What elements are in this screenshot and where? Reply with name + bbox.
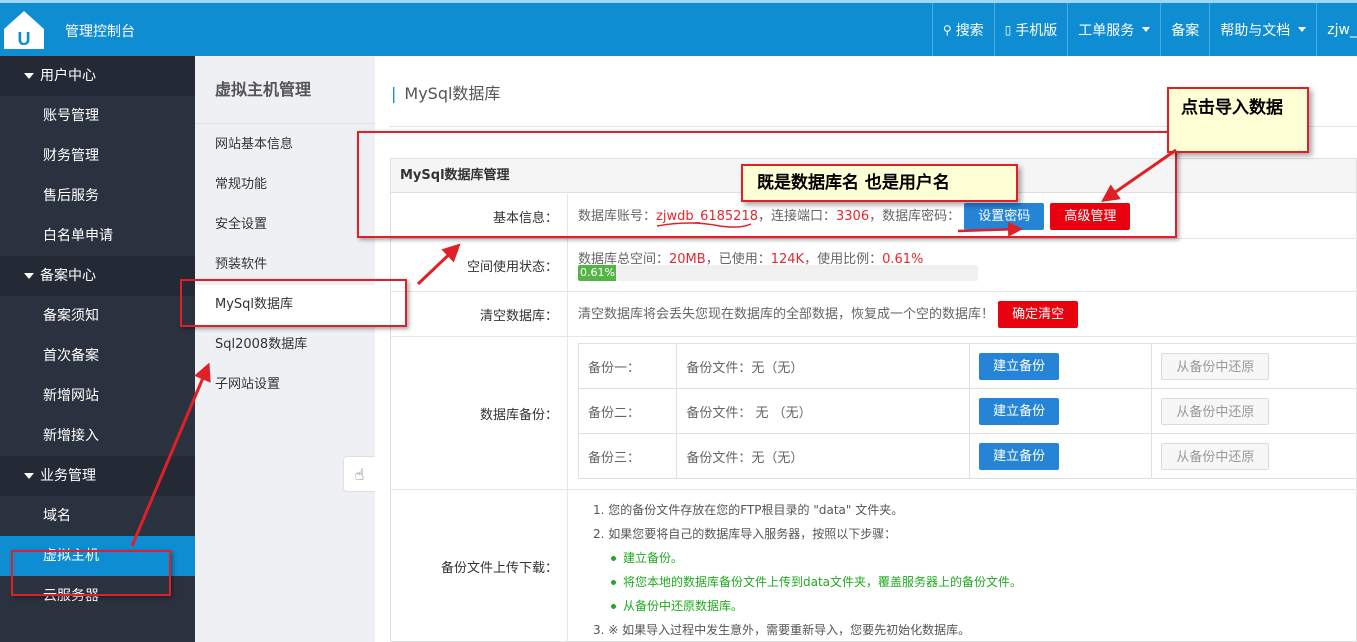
ticket-service-menu[interactable]: 工单服务 <box>1067 3 1160 56</box>
submenu-title: 虚拟主机管理 <box>195 56 375 124</box>
submenu-item-site-info[interactable]: 网站基本信息 <box>195 125 375 165</box>
submenu: 虚拟主机管理 网站基本信息 常规功能 安全设置 预装软件 MySql数据库 Sq… <box>195 56 375 642</box>
create-backup-button[interactable]: 建立备份 <box>979 352 1060 380</box>
mobile-label: 手机版 <box>1015 22 1058 39</box>
clear-db-row: 清空数据库： 清空数据库将会丢失您现在数据库的全部数据，恢复成一个空的数据库！ … <box>391 292 1357 337</box>
usage-progress-fill: 0.61% <box>578 265 616 281</box>
annotation-callout-db-name: 既是数据库名 也是用户名 <box>741 164 1018 202</box>
step-item: 建立备份。 <box>593 546 1022 570</box>
note-item: 2. 如果您要将自己的数据库导入服务器，按照以下步骤： <box>593 527 897 541</box>
group-label: 业务管理 <box>40 468 96 484</box>
top-bar: U 管理控制台 ⚲ 搜索 ▯ 手机版 工单服务 备案 帮助与文档 zjw_ <box>0 0 1357 56</box>
backup-name: 备份二： <box>577 388 678 434</box>
upload-download-row: 备份文件上传下载： 1. 您的备份文件存放在您的FTP根目录的 "data" 文… <box>391 490 1357 642</box>
backup-name: 备份一： <box>577 343 678 389</box>
restore-backup-button[interactable]: 从备份中还原 <box>1161 442 1270 470</box>
step-item: 将您本地的数据库备份文件上传到data文件夹，覆盖服务器上的备份文件。 <box>593 570 1022 594</box>
beian-link[interactable]: 备案 <box>1160 3 1209 56</box>
sidebar-group-business[interactable]: 业务管理 <box>0 456 195 496</box>
upload-notes: 1. 您的备份文件存放在您的FTP根目录的 "data" 文件夹。 2. 如果您… <box>593 498 1022 642</box>
sidebar-item-after-sales[interactable]: 售后服务 <box>0 176 195 216</box>
sidebar-item-first-beian[interactable]: 首次备案 <box>0 336 195 376</box>
help-docs-menu[interactable]: 帮助与文档 <box>1209 3 1316 56</box>
upload-download-label: 备份文件上传下载： <box>391 490 568 642</box>
backup-file: 备份文件：无（无） <box>676 343 971 389</box>
sidebar-item-beian-notice[interactable]: 备案须知 <box>0 296 195 336</box>
console-link[interactable]: 管理控制台 <box>65 21 135 41</box>
search-icon: ⚲ <box>942 22 952 37</box>
create-backup-button[interactable]: 建立备份 <box>979 397 1060 425</box>
usage-progress-bar: 0.61% <box>578 265 978 281</box>
beian-label: 备案 <box>1171 22 1200 39</box>
sidebar-group-beian[interactable]: 备案中心 <box>0 256 195 296</box>
mobile-icon: ▯ <box>1004 22 1012 37</box>
sidebar-group-user-center[interactable]: 用户中心 <box>0 56 195 96</box>
triangle-down-icon <box>24 273 34 279</box>
backup-label: 数据库备份： <box>391 337 568 489</box>
sidebar-item-finance[interactable]: 财务管理 <box>0 136 195 176</box>
note-item: 1. 您的备份文件存放在您的FTP根目录的 "data" 文件夹。 <box>593 503 904 517</box>
chevron-down-icon <box>1142 27 1151 32</box>
restore-backup-button[interactable]: 从备份中还原 <box>1161 397 1270 425</box>
submenu-item-security[interactable]: 安全设置 <box>195 205 375 245</box>
table-row: 备份一： 备份文件：无（无） 建立备份 从备份中还原 <box>577 343 1357 389</box>
sidebar-item-domain[interactable]: 域名 <box>0 496 195 536</box>
space-usage-row: 空间使用状态： 数据库总空间：20MB，已使用：124K，使用比例：0.61% … <box>391 239 1357 292</box>
sidebar-item-whitelist[interactable]: 白名单申请 <box>0 216 195 256</box>
step-item: 从备份中还原数据库。 <box>593 594 1022 618</box>
page-title: | MySql数据库 <box>391 84 501 103</box>
search-button[interactable]: ⚲ 搜索 <box>931 3 994 56</box>
notes-list: 1. 您的备份文件存放在您的FTP根目录的 "data" 文件夹。 2. 如果您… <box>593 498 1022 642</box>
submenu-item-general[interactable]: 常规功能 <box>195 165 375 205</box>
table-row: 备份三： 备份文件：无（无） 建立备份 从备份中还原 <box>577 433 1357 479</box>
backup-name: 备份三： <box>577 433 678 479</box>
restore-backup-button[interactable]: 从备份中还原 <box>1161 352 1270 380</box>
annotation-callout-import: 点击导入数据 <box>1167 87 1309 153</box>
username: zjw_ <box>1327 21 1357 38</box>
svg-text:U: U <box>18 29 31 49</box>
search-label: 搜索 <box>955 22 984 39</box>
table-row: 备份二： 备份文件： 无 （无） 建立备份 从备份中还原 <box>577 388 1357 434</box>
sidebar-item-new-access[interactable]: 新增接入 <box>0 416 195 456</box>
ticket-service-label: 工单服务 <box>1078 22 1135 39</box>
backup-file: 备份文件：无（无） <box>676 433 971 479</box>
page-title-text: MySql数据库 <box>404 84 501 103</box>
clear-db-value: 清空数据库将会丢失您现在数据库的全部数据，恢复成一个空的数据库！ 确定清空 <box>578 301 1079 328</box>
annotation-box-virtual-host <box>11 550 171 596</box>
confirm-clear-button[interactable]: 确定清空 <box>998 301 1079 328</box>
mobile-button[interactable]: ▯ 手机版 <box>993 3 1068 56</box>
chevron-down-icon <box>1298 27 1307 32</box>
create-backup-button[interactable]: 建立备份 <box>979 442 1060 470</box>
help-docs-label: 帮助与文档 <box>1220 22 1291 39</box>
group-label: 用户中心 <box>40 68 96 84</box>
sidebar-item-new-site[interactable]: 新增网站 <box>0 376 195 416</box>
backup-row: 数据库备份： 备份一： 备份文件：无（无） 建立备份 从备份中还原 备份二： 备… <box>391 337 1357 490</box>
backup-file: 备份文件： 无 （无） <box>676 388 971 434</box>
group-label: 备案中心 <box>40 268 96 284</box>
triangle-down-icon <box>24 473 34 479</box>
sidebar-item-account[interactable]: 账号管理 <box>0 96 195 136</box>
space-usage-label: 空间使用状态： <box>391 239 568 291</box>
top-nav: ⚲ 搜索 ▯ 手机版 工单服务 备案 帮助与文档 zjw_ <box>931 3 1357 56</box>
annotation-box-mysql-menu <box>180 279 407 327</box>
logo-icon[interactable]: U <box>0 3 48 59</box>
user-menu[interactable]: zjw_ <box>1316 3 1357 56</box>
clear-db-label: 清空数据库： <box>391 292 568 336</box>
clear-db-warning: 清空数据库将会丢失您现在数据库的全部数据，恢复成一个空的数据库！ <box>578 307 995 322</box>
hand-pointer-icon[interactable]: ☝ <box>343 456 375 492</box>
triangle-down-icon <box>24 73 34 79</box>
note-item: 3. ※ 如果导入过程中发生意外，需要重新导入，您要先初始化数据库。 <box>593 623 971 637</box>
submenu-item-sql2008[interactable]: Sql2008数据库 <box>195 325 375 365</box>
submenu-item-subsite[interactable]: 子网站设置 <box>195 365 375 405</box>
backup-table: 备份一： 备份文件：无（无） 建立备份 从备份中还原 备份二： 备份文件： 无 … <box>577 343 1357 479</box>
